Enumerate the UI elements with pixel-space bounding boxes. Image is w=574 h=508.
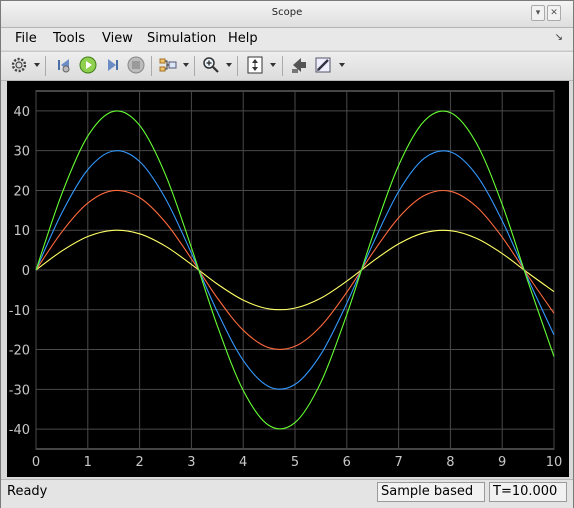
menu-simulation[interactable]: Simulation [147, 31, 216, 46]
chevron-down-icon[interactable] [270, 63, 276, 67]
signal-selector-icon[interactable] [158, 55, 178, 75]
x-tick-label: 10 [546, 455, 563, 470]
stop-icon[interactable] [126, 55, 146, 75]
close-button[interactable]: ✕ [547, 5, 561, 21]
scope-plot[interactable]: 0 1 2 3 4 5 6 7 8 9 10 -40 -30 -20 -10 0 10 20 30 40 [7, 81, 569, 477]
highlight-simulink-block-icon[interactable] [289, 55, 309, 75]
chevron-down-icon[interactable] [339, 63, 345, 67]
chevron-down-icon[interactable] [34, 63, 40, 67]
autoscale-icon[interactable] [245, 55, 265, 75]
toolbar [1, 51, 573, 81]
y-tick-label: 10 [13, 224, 30, 239]
x-tick-label: 6 [343, 455, 351, 470]
dock-arrow-icon[interactable]: ↘ [555, 32, 563, 43]
chevron-down-icon[interactable] [226, 63, 232, 67]
gear-icon[interactable] [9, 55, 29, 75]
menu-bar: File Tools View Simulation Help ↘ [1, 28, 573, 50]
x-tick-label: 2 [135, 455, 143, 470]
toolbar-separator [282, 56, 283, 76]
y-tick-label: 40 [13, 105, 30, 120]
sample-mode-indicator: Sample based [377, 482, 485, 502]
y-tick-label: -30 [9, 383, 30, 398]
x-tick-label: 4 [239, 455, 247, 470]
toolbar-separator [194, 56, 195, 76]
x-tick-label: 5 [291, 455, 299, 470]
y-tick-label: -20 [9, 344, 30, 359]
scope-display[interactable]: 0 1 2 3 4 5 6 7 8 9 10 -40 -30 -20 -10 0 10 20 30 40 [7, 81, 569, 477]
y-tick-label: 0 [22, 264, 30, 279]
step-back-icon[interactable] [54, 55, 74, 75]
y-tick-label: 20 [13, 184, 30, 199]
x-tick-label: 1 [84, 455, 92, 470]
window-title: Scope [271, 7, 303, 18]
title-bar: Scope ▾ ✕ [1, 1, 573, 28]
x-tick-label: 9 [498, 455, 506, 470]
y-tick-label: -40 [9, 423, 30, 438]
y-tick-label: 30 [13, 145, 30, 160]
menu-tools[interactable]: Tools [53, 31, 85, 46]
x-tick-label: 3 [187, 455, 195, 470]
menu-view[interactable]: View [102, 31, 133, 46]
scope-window: Scope ▾ ✕ File Tools View Simulation Hel… [0, 0, 574, 508]
zoom-in-icon[interactable] [201, 55, 221, 75]
style-icon[interactable] [313, 55, 333, 75]
y-tick-label: -10 [9, 304, 30, 319]
status-ready: Ready [7, 484, 48, 499]
menu-help[interactable]: Help [228, 31, 258, 46]
x-tick-label: 0 [32, 455, 40, 470]
toolbar-separator [151, 56, 152, 76]
run-icon[interactable] [78, 55, 98, 75]
status-bar: Ready Sample based T=10.000 [1, 479, 573, 508]
step-forward-icon[interactable] [102, 55, 122, 75]
menu-file[interactable]: File [15, 31, 37, 46]
x-tick-label: 8 [446, 455, 454, 470]
minimize-button[interactable]: ▾ [531, 5, 545, 21]
toolbar-separator [237, 56, 238, 76]
toolbar-separator [45, 56, 46, 76]
simulation-time: T=10.000 [489, 482, 567, 502]
x-tick-label: 7 [394, 455, 402, 470]
chevron-down-icon[interactable] [183, 63, 189, 67]
